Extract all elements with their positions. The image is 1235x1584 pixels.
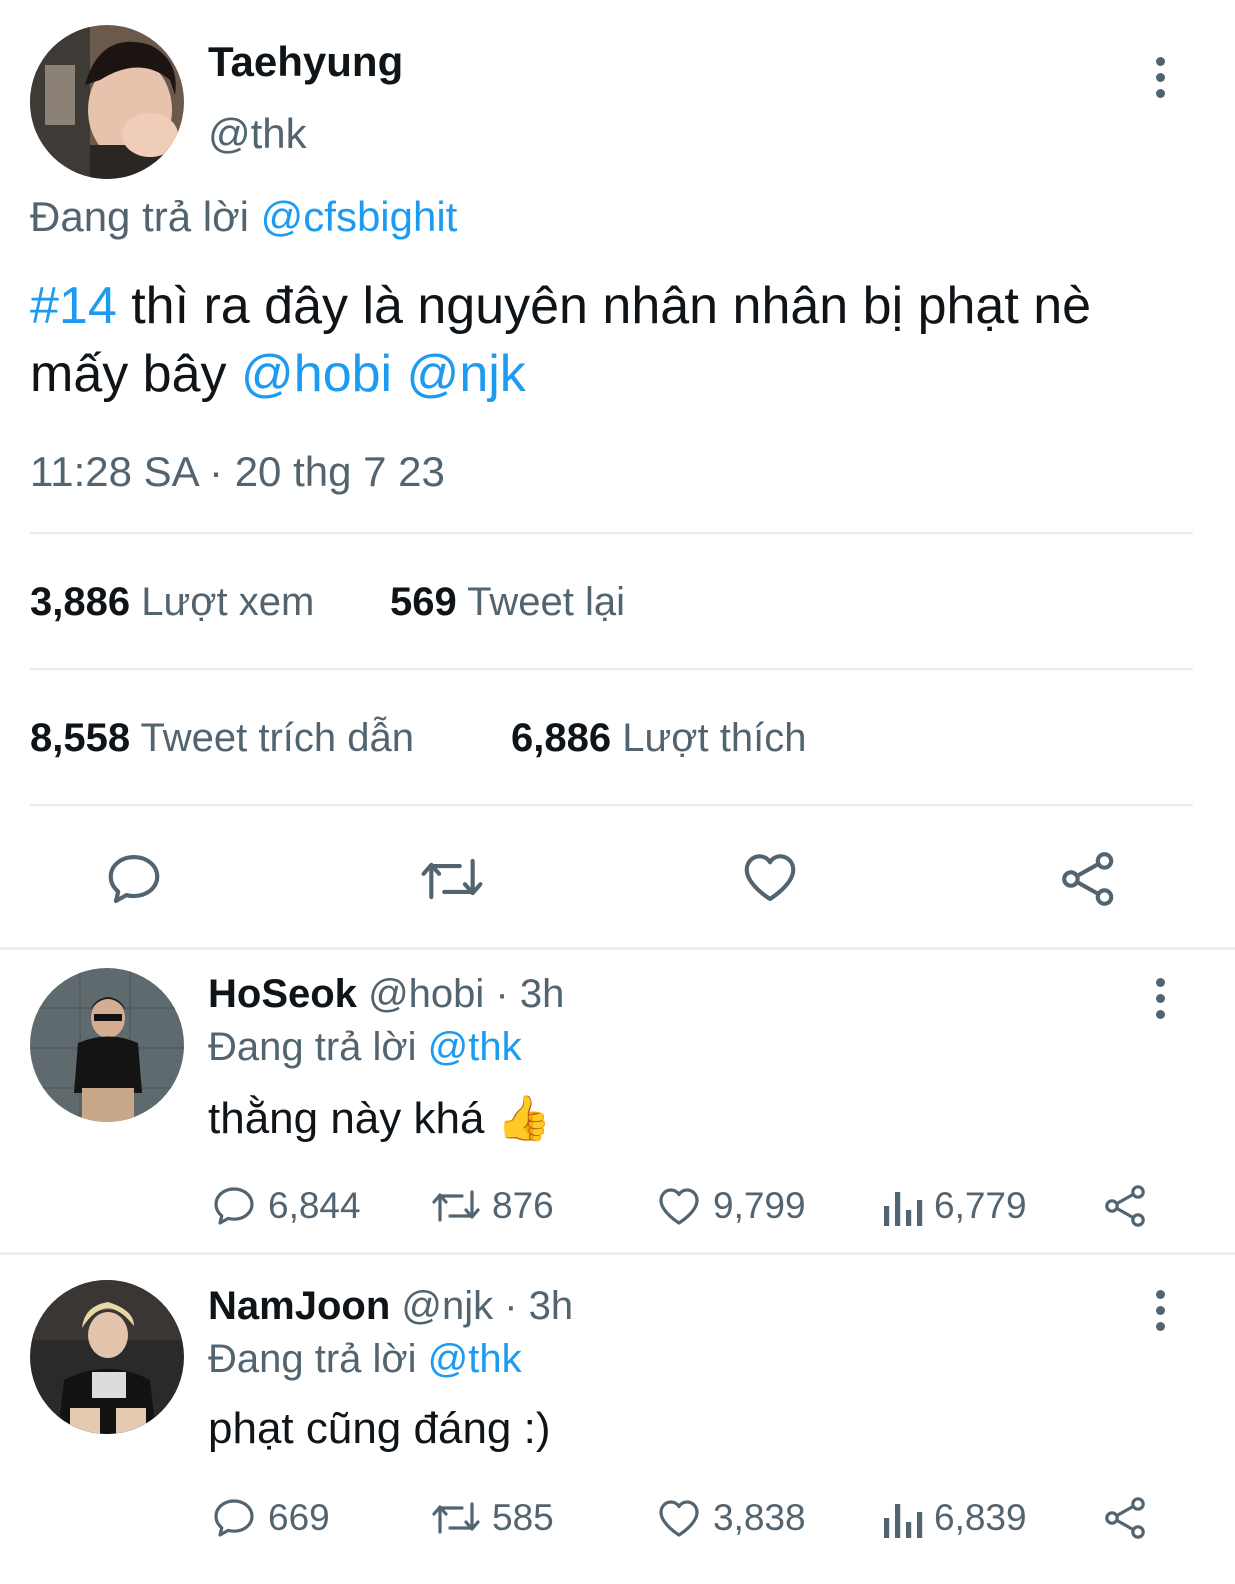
reply-2-retweet-button[interactable]: 585 <box>430 1494 554 1542</box>
reply-2-like-button[interactable]: 3,838 <box>655 1494 806 1542</box>
reply-prefix: Đang trả lời <box>208 1025 417 1069</box>
mention-hobi[interactable]: @hobi <box>241 345 392 403</box>
reply-2-time[interactable]: · 3h <box>504 1284 573 1328</box>
reply-2-handle[interactable]: @njk <box>401 1284 493 1328</box>
likes-count: 6,886 <box>511 716 612 760</box>
reply-1-retweet-button[interactable]: 876 <box>430 1182 554 1230</box>
tweet-text-line1: thì ra đây là nguyên nhân nhân bị phạt n… <box>116 277 1092 335</box>
reply-1-handle[interactable]: @hobi <box>368 972 484 1016</box>
views-label: Lượt xem <box>141 580 315 624</box>
like-count: 9,799 <box>713 1185 806 1226</box>
tweet-timestamp[interactable]: 11:28 SA · 20 thg 7 23 <box>30 448 445 496</box>
likes-stat[interactable]: 6,886 Lượt thích <box>511 716 806 761</box>
divider <box>30 532 1193 534</box>
retweet-count: 585 <box>492 1497 554 1538</box>
reply-to-mention[interactable]: @thk <box>428 1025 522 1069</box>
author-display-name[interactable]: Taehyung <box>208 38 403 86</box>
likes-label: Lượt thích <box>622 716 807 760</box>
like-count: 3,838 <box>713 1497 806 1538</box>
more-options-icon[interactable] <box>1154 978 1166 1019</box>
reply-count: 6,844 <box>268 1185 361 1226</box>
views-icon <box>884 1192 923 1226</box>
reply-icon[interactable] <box>103 848 165 915</box>
reply-count: 669 <box>268 1497 330 1538</box>
tweet-text-line2: mấy bây <box>30 345 241 403</box>
divider <box>30 668 1193 670</box>
reply-to-mention[interactable]: @thk <box>428 1337 522 1381</box>
like-icon <box>659 1500 699 1537</box>
views-icon <box>884 1504 923 1538</box>
share-icon[interactable] <box>1102 1182 1150 1235</box>
retweets-label: Tweet lại <box>467 580 625 624</box>
views-count: 3,886 <box>30 580 131 624</box>
reply-icon <box>214 1187 254 1225</box>
reply-context: Đang trả lời @cfsbighit <box>30 193 457 241</box>
retweet-icon[interactable] <box>418 848 486 915</box>
tweet-text: #14 thì ra đây là nguyên nhân nhân bị ph… <box>30 272 1091 408</box>
view-count: 6,779 <box>934 1185 1027 1226</box>
reply-1-views-button[interactable]: 6,779 <box>880 1182 1027 1230</box>
retweets-stat[interactable]: 569 Tweet lại <box>390 580 625 625</box>
reply-1-text-body: thằng này khá <box>208 1094 485 1143</box>
avatar-hoseok[interactable] <box>30 968 184 1122</box>
share-icon[interactable] <box>1058 848 1120 915</box>
quotes-count: 8,558 <box>30 716 131 760</box>
reply-2-header: NamJoon @njk · 3h <box>208 1284 573 1329</box>
reply-1-display-name[interactable]: HoSeok <box>208 972 357 1016</box>
quotes-stat[interactable]: 8,558 Tweet trích dẫn <box>30 716 414 761</box>
avatar-taehyung[interactable] <box>30 25 184 179</box>
author-handle[interactable]: @thk <box>208 110 307 158</box>
reply-2-text: phạt cũng đáng :) <box>208 1404 551 1453</box>
reply-1-text: thằng này khá 👍 <box>208 1092 551 1144</box>
share-icon[interactable] <box>1102 1494 1150 1547</box>
thumbs-up-emoji: 👍 <box>496 1094 552 1143</box>
more-options-icon[interactable] <box>1154 1290 1166 1331</box>
avatar-namjoon[interactable] <box>30 1280 184 1434</box>
reply-1-like-button[interactable]: 9,799 <box>655 1182 806 1230</box>
reply-1-time[interactable]: · 3h <box>495 972 564 1016</box>
retweet-icon <box>432 1190 480 1222</box>
reply-2-views-button[interactable]: 6,839 <box>880 1494 1027 1542</box>
reply-to-mention[interactable]: @cfsbighit <box>261 193 458 240</box>
retweet-count: 876 <box>492 1185 554 1226</box>
quotes-label: Tweet trích dẫn <box>140 716 414 760</box>
retweet-icon <box>432 1502 480 1534</box>
hashtag-link[interactable]: #14 <box>30 277 117 335</box>
reply-1-reply-button[interactable]: 6,844 <box>210 1182 361 1230</box>
reply-2-context: Đang trả lời @thk <box>208 1337 522 1382</box>
reply-icon <box>214 1499 254 1537</box>
divider <box>30 804 1193 806</box>
section-separator <box>0 947 1235 950</box>
view-count: 6,839 <box>934 1497 1027 1538</box>
reply-2-display-name[interactable]: NamJoon <box>208 1284 390 1328</box>
like-icon[interactable] <box>738 846 802 913</box>
like-icon <box>659 1188 699 1225</box>
reply-1-context: Đang trả lời @thk <box>208 1025 522 1070</box>
reply-2-reply-button[interactable]: 669 <box>210 1494 330 1542</box>
more-options-icon[interactable] <box>1154 57 1166 98</box>
views-stat[interactable]: 3,886 Lượt xem <box>30 580 314 625</box>
retweets-count: 569 <box>390 580 457 624</box>
section-separator <box>0 1252 1235 1255</box>
reply-1-header: HoSeok @hobi · 3h <box>208 972 564 1017</box>
mention-njk[interactable]: @njk <box>407 345 526 403</box>
reply-prefix: Đang trả lời <box>30 193 249 240</box>
reply-prefix: Đang trả lời <box>208 1337 417 1381</box>
